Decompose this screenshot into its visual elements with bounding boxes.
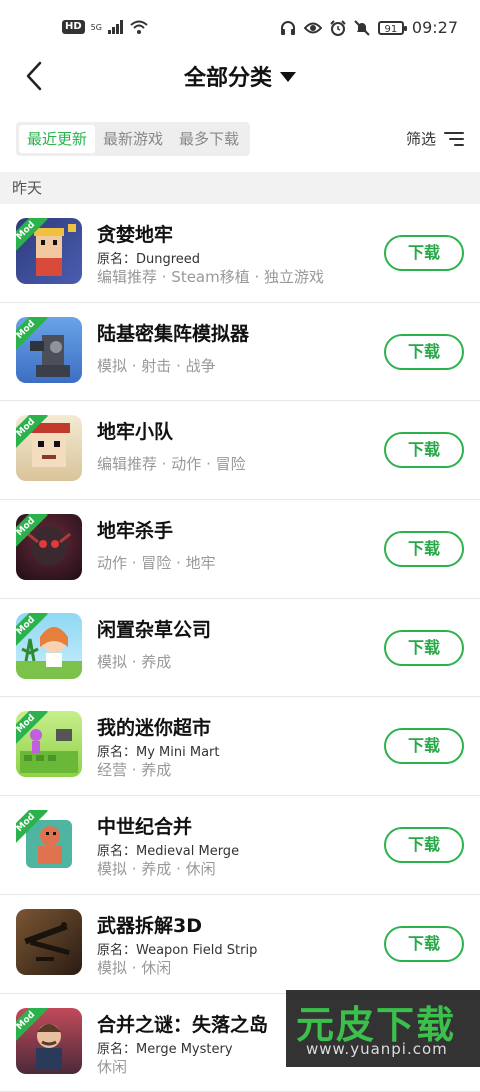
signal-label: 5G: [91, 23, 102, 32]
download-button[interactable]: 下载: [384, 827, 464, 863]
download-button[interactable]: 下载: [384, 728, 464, 764]
app-original-name: 原名：Medieval Merge: [97, 840, 239, 859]
tab-newest-games[interactable]: 最新游戏: [95, 125, 171, 153]
download-button[interactable]: 下载: [384, 334, 464, 370]
status-bar: HD 5G 9: [0, 0, 480, 50]
dungreed-icon: Mod: [16, 218, 82, 284]
eye-icon: [304, 21, 322, 35]
hd-badge: HD: [62, 20, 85, 34]
app-name: 合并之谜：失落之岛: [97, 1010, 268, 1037]
app-original-name: 原名：Merge Mystery: [97, 1038, 233, 1057]
app-name: 地牢小队: [97, 417, 173, 444]
app-tags: 休闲: [97, 1056, 127, 1077]
app-name: 贪婪地牢: [97, 220, 173, 247]
app-tags: 经营 · 养成: [97, 759, 171, 780]
app-name: 中世纪合并: [97, 812, 192, 839]
mini-mart-icon: Mod: [16, 711, 82, 777]
page-title: 全部分类: [184, 60, 272, 92]
dungeon-squad-icon: Mod: [16, 415, 82, 481]
wifi-icon: [130, 20, 148, 34]
watermark-url: www.yuanpi.com: [306, 1040, 448, 1058]
cannon-icon: Mod: [16, 317, 82, 383]
app-name: 陆基密集阵模拟器: [97, 319, 249, 346]
section-header: 昨天: [0, 172, 480, 204]
app-tags: 模拟 · 养成 · 休闲: [97, 858, 216, 879]
alarm-icon: [330, 20, 346, 36]
app-tags: 动作 · 冒险 · 地牢: [97, 552, 216, 573]
mute-bell-icon: [354, 20, 370, 36]
status-time: 09:27: [412, 18, 458, 37]
app-name: 我的迷你超市: [97, 713, 211, 740]
app-original-name: 原名：Weapon Field Strip: [97, 939, 257, 958]
app-list: Mod 贪婪地牢 原名：Dungreed 编辑推荐 · Steam移植 · 独立…: [0, 204, 480, 1092]
list-item[interactable]: Mod 地牢杀手 动作 · 冒险 · 地牢 下载: [0, 500, 480, 599]
watermark: 元皮下载 www.yuanpi.com: [286, 990, 480, 1067]
headphones-icon: [280, 20, 296, 36]
app-tags: 模拟 · 休闲: [97, 957, 171, 978]
list-item[interactable]: Mod 闲置杂草公司 模拟 · 养成 下载: [0, 599, 480, 698]
filter-icon: [444, 132, 464, 146]
download-button[interactable]: 下载: [384, 235, 464, 271]
header: 全部分类: [0, 50, 480, 106]
list-item[interactable]: Mod 贪婪地牢 原名：Dungreed 编辑推荐 · Steam移植 · 独立…: [0, 204, 480, 303]
download-button[interactable]: 下载: [384, 432, 464, 468]
app-name: 武器拆解3D: [97, 911, 202, 938]
weed-company-icon: Mod: [16, 613, 82, 679]
list-item[interactable]: Mod 我的迷你超市 原名：My Mini Mart 经营 · 养成 下载: [0, 697, 480, 796]
tab-recent-update[interactable]: 最近更新: [19, 125, 95, 153]
download-button[interactable]: 下载: [384, 630, 464, 666]
tabs-row: 最近更新 最新游戏 最多下载 筛选: [0, 118, 480, 162]
download-button[interactable]: 下载: [384, 531, 464, 567]
weapon-strip-icon: [16, 909, 82, 975]
medieval-merge-icon: Mod: [16, 810, 82, 876]
battery-indicator: 91: [378, 21, 404, 35]
title-dropdown[interactable]: 全部分类: [0, 60, 480, 92]
app-tags: 模拟 · 养成: [97, 651, 171, 672]
app-name: 闲置杂草公司: [97, 615, 211, 642]
list-item[interactable]: 武器拆解3D 原名：Weapon Field Strip 模拟 · 休闲 下载: [0, 895, 480, 994]
filter-label: 筛选: [406, 128, 436, 149]
app-name: 地牢杀手: [97, 516, 173, 543]
sort-tabs: 最近更新 最新游戏 最多下载: [16, 122, 250, 156]
list-item[interactable]: Mod 中世纪合并 原名：Medieval Merge 模拟 · 养成 · 休闲…: [0, 796, 480, 895]
status-right: 91 09:27: [280, 18, 458, 37]
signal-icon: [108, 20, 124, 34]
app-original-name: 原名：Dungreed: [97, 248, 200, 267]
merge-mystery-icon: Mod: [16, 1008, 82, 1074]
list-item[interactable]: Mod 地牢小队 编辑推荐 · 动作 · 冒险 下载: [0, 401, 480, 500]
list-item[interactable]: Mod 陆基密集阵模拟器 模拟 · 射击 · 战争 下载: [0, 303, 480, 402]
tab-most-downloads[interactable]: 最多下载: [171, 125, 247, 153]
status-left: HD 5G: [62, 20, 148, 34]
app-tags: 编辑推荐 · Steam移植 · 独立游戏: [97, 266, 324, 287]
download-button[interactable]: 下载: [384, 926, 464, 962]
dungeon-killer-icon: Mod: [16, 514, 82, 580]
app-original-name: 原名：My Mini Mart: [97, 741, 219, 760]
app-tags: 编辑推荐 · 动作 · 冒险: [97, 453, 246, 474]
caret-down-icon: [280, 72, 296, 82]
filter-button[interactable]: 筛选: [406, 128, 464, 149]
app-tags: 模拟 · 射击 · 战争: [97, 355, 216, 376]
